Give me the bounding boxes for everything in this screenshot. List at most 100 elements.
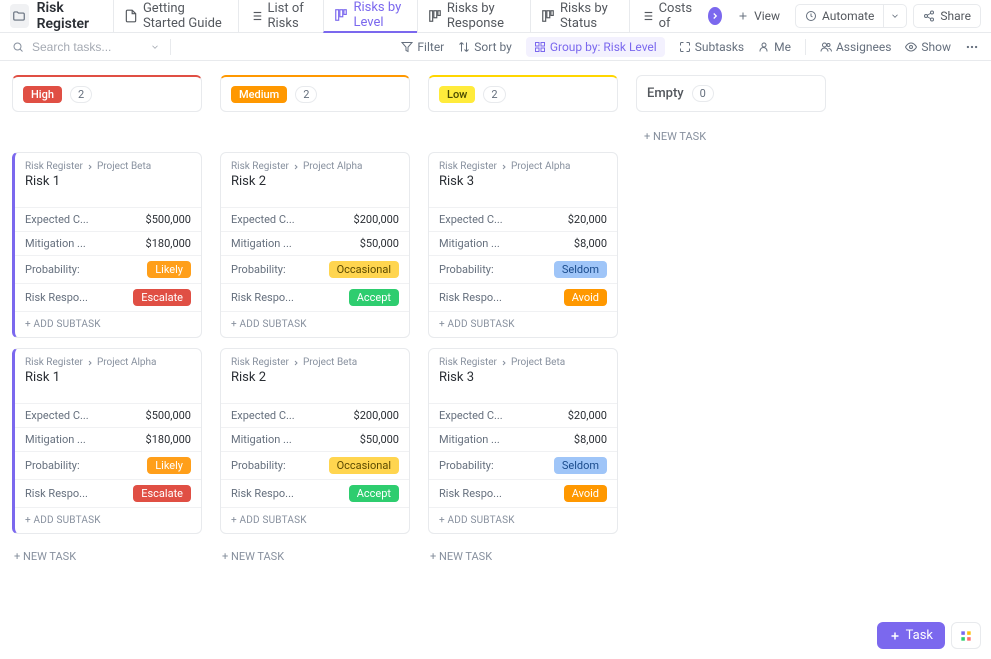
more-icon[interactable] [965,40,979,54]
field-response[interactable]: Risk Respo... Escalate [15,283,201,311]
tab-getting-started-guide[interactable]: Getting Started Guide [113,0,238,33]
field-probability[interactable]: Probability: Occasional [221,255,409,283]
field-mitigation[interactable]: Mitigation ... $50,000 [221,427,409,451]
group-icon [534,41,546,53]
eye-icon [905,41,917,53]
card-title: Risk 3 [439,370,607,385]
add-subtask-button[interactable]: + ADD SUBTASK [221,507,409,533]
filter-button[interactable]: Filter [401,40,444,54]
create-task-fab[interactable]: Task [877,622,945,649]
search-input[interactable] [30,39,140,55]
add-view-button[interactable]: View [728,5,789,27]
field-expected-cost[interactable]: Expected C... $500,000 [15,207,201,231]
field-mitigation[interactable]: Mitigation ... $8,000 [429,427,617,451]
page-title: Risk Register [37,0,101,32]
group-by-button[interactable]: Group by: Risk Level [526,37,665,57]
add-subtask-button[interactable]: + ADD SUBTASK [221,311,409,337]
me-button[interactable]: Me [758,40,791,54]
task-card[interactable]: Risk Register Project Alpha Risk 3 Expec… [428,152,618,338]
tab-label: Getting Started Guide [143,1,228,31]
card-title: Risk 1 [25,174,191,189]
breadcrumb: Risk Register Project Alpha [439,161,607,172]
field-expected-cost[interactable]: Expected C... $500,000 [15,403,201,427]
new-task-button[interactable]: + NEW TASK [220,546,410,567]
field-probability[interactable]: Probability: Likely [15,255,201,283]
apps-fab[interactable] [951,622,981,649]
field-probability[interactable]: Probability: Seldom [429,451,617,479]
tabs-scroll-right[interactable] [708,7,722,25]
level-chip: Medium [231,86,287,103]
column-low: Low 2 Risk Register Project Alpha Risk 3… [428,75,618,567]
field-mitigation[interactable]: Mitigation ... $8,000 [429,231,617,255]
sort-button[interactable]: Sort by [458,40,512,54]
tab-list-of-risks[interactable]: List of Risks [238,0,324,33]
chevron-right-icon [86,359,94,367]
top-header: Risk Register Getting Started Guide List … [0,0,991,33]
tab-costs-of[interactable]: Costs of [629,0,703,33]
field-response[interactable]: Risk Respo... Accept [221,283,409,311]
chevron-right-icon [292,163,300,171]
folder-icon[interactable] [10,4,29,28]
field-expected-cost[interactable]: Expected C... $20,000 [429,207,617,231]
add-subtask-button[interactable]: + ADD SUBTASK [429,311,617,337]
chevron-right-icon [292,359,300,367]
tab-risks-by-level[interactable]: Risks by Level [323,0,416,33]
field-mitigation[interactable]: Mitigation ... $180,000 [15,231,201,255]
task-card[interactable]: Risk Register Project Alpha Risk 2 Expec… [220,152,410,338]
column-empty: Empty 0 + NEW TASK [636,75,826,567]
new-task-button[interactable]: + NEW TASK [12,546,202,567]
subtasks-button[interactable]: Subtasks [679,40,744,54]
count-badge: 2 [70,86,92,103]
field-response[interactable]: Risk Respo... Escalate [15,479,201,507]
breadcrumb: Risk Register Project Alpha [25,357,191,368]
field-response[interactable]: Risk Respo... Accept [221,479,409,507]
show-button[interactable]: Show [905,40,951,54]
tab-risks-by-response[interactable]: Risks by Response [417,0,530,33]
column-header[interactable]: Medium 2 [220,75,410,112]
task-card[interactable]: Risk Register Project Beta Risk 1 Expect… [12,152,202,338]
tab-risks-by-status[interactable]: Risks by Status [530,0,629,33]
search-box[interactable] [12,39,160,55]
automate-button[interactable]: Automate [795,4,884,28]
response-tag: Accept [349,289,399,306]
field-expected-cost[interactable]: Expected C... $20,000 [429,403,617,427]
column-header[interactable]: Low 2 [428,75,618,112]
add-subtask-button[interactable]: + ADD SUBTASK [15,311,201,337]
kanban-board: High 2 Risk Register Project Beta Risk 1… [0,61,991,581]
field-probability[interactable]: Probability: Occasional [221,451,409,479]
field-expected-cost[interactable]: Expected C... $200,000 [221,207,409,231]
sort-icon [458,41,470,53]
field-response[interactable]: Risk Respo... Avoid [429,479,617,507]
field-mitigation[interactable]: Mitigation ... $50,000 [221,231,409,255]
field-probability[interactable]: Probability: Seldom [429,255,617,283]
automate-dropdown[interactable] [884,4,907,28]
add-subtask-button[interactable]: + ADD SUBTASK [429,507,617,533]
assignees-button[interactable]: Assignees [820,40,891,54]
view-label: View [754,9,780,23]
task-card[interactable]: Risk Register Project Beta Risk 3 Expect… [428,348,618,534]
probability-tag: Likely [147,261,191,278]
level-chip: High [23,86,62,103]
breadcrumb: Risk Register Project Beta [231,357,399,368]
board-icon [334,8,348,22]
field-probability[interactable]: Probability: Likely [15,451,201,479]
task-card[interactable]: Risk Register Project Beta Risk 2 Expect… [220,348,410,534]
add-subtask-button[interactable]: + ADD SUBTASK [15,507,201,533]
field-mitigation[interactable]: Mitigation ... $180,000 [15,427,201,451]
board-icon [428,9,442,23]
task-card[interactable]: Risk Register Project Alpha Risk 1 Expec… [12,348,202,534]
column-header-empty[interactable]: Empty 0 [636,75,826,112]
filter-icon [401,41,413,53]
board-icon [541,9,555,23]
field-response[interactable]: Risk Respo... Avoid [429,283,617,311]
new-task-button[interactable]: + NEW TASK [636,130,826,143]
column-header[interactable]: High 2 [12,75,202,112]
share-button[interactable]: Share [913,4,981,28]
new-task-button[interactable]: + NEW TASK [428,546,618,567]
field-expected-cost[interactable]: Expected C... $200,000 [221,403,409,427]
chevron-down-icon[interactable] [150,42,160,52]
tab-label: Risks by Status [560,1,619,31]
chevron-right-icon [500,163,508,171]
chevron-right-icon [500,359,508,367]
level-chip: Low [439,86,475,103]
